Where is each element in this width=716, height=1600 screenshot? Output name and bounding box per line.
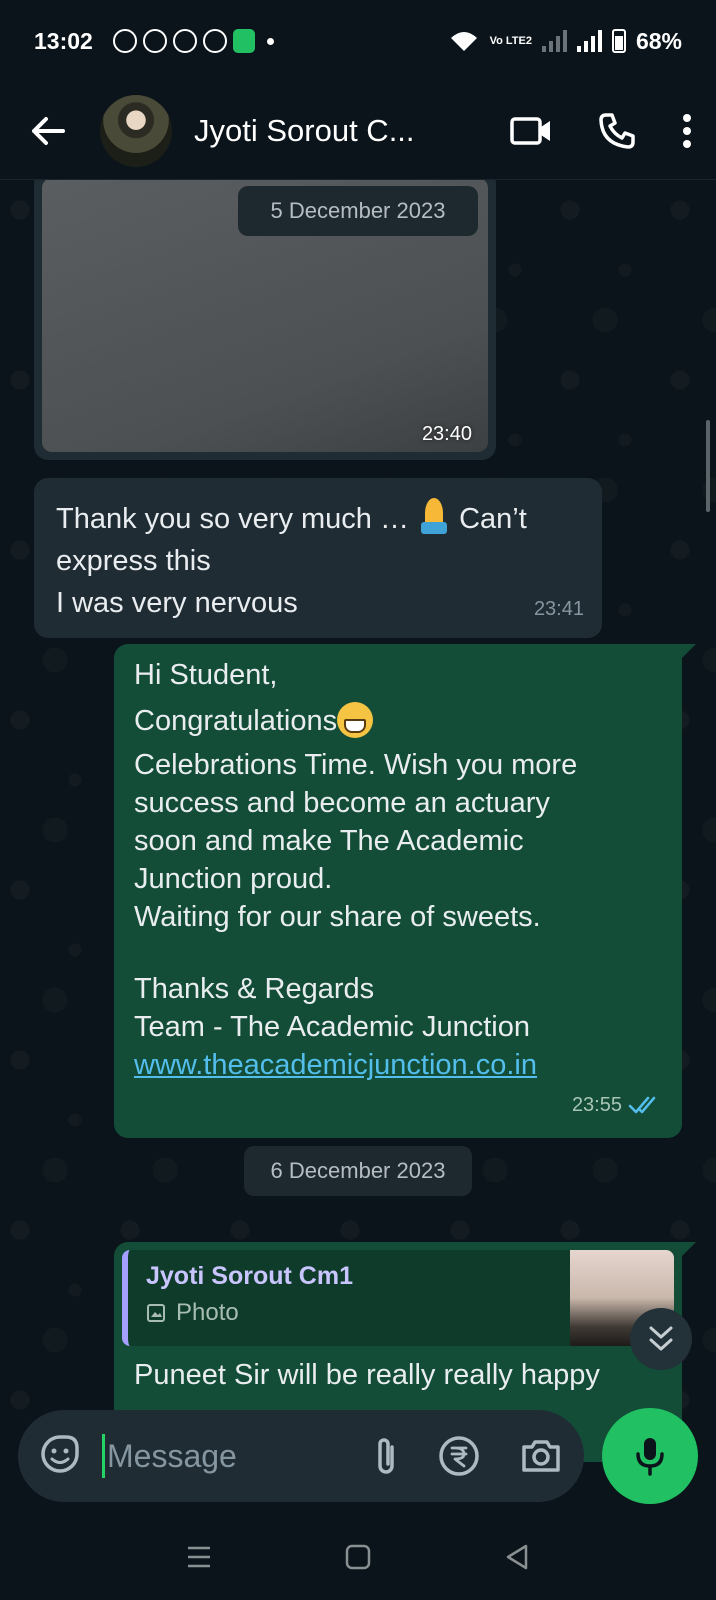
contact-avatar[interactable] [100, 94, 172, 167]
message-line: I was very nervous [56, 587, 298, 619]
website-link[interactable]: www.theacademicjunction.co.in [134, 1046, 662, 1084]
voice-record-button[interactable] [602, 1408, 698, 1504]
message-line: Waiting for our share of sweets. [134, 901, 541, 933]
message-line: Thank you so very much … Can’t [56, 496, 582, 540]
quoted-message[interactable]: Jyoti Sorout Cm1 Photo [122, 1250, 674, 1346]
more-notifications-icon [266, 37, 274, 45]
folded-hands-emoji-icon [417, 496, 451, 536]
chat-area[interactable]: 23:40 5 December 2023 Thank you so very … [0, 180, 716, 1480]
system-navigation-bar [0, 1514, 716, 1600]
contact-name[interactable]: Jyoti Sorout C... [194, 113, 415, 149]
chrome-icon [202, 29, 227, 53]
chat-header: Jyoti Sorout C... [0, 82, 716, 180]
photo-icon [147, 1304, 165, 1322]
back-nav-button[interactable] [487, 1532, 547, 1582]
date-separator: 6 December 2023 [244, 1146, 472, 1196]
whatsapp-icon [172, 29, 197, 53]
photo-timestamp: 23:40 [421, 423, 472, 445]
message-text: Puneet Sir will be really really happy [134, 1359, 600, 1391]
message-text: Can’t [451, 503, 527, 535]
scroll-to-bottom-button[interactable] [630, 1308, 692, 1370]
more-options-icon [683, 113, 691, 148]
video-call-button[interactable] [510, 116, 552, 146]
message-text: Congratulations [134, 705, 338, 737]
attach-button[interactable] [374, 1435, 398, 1477]
video-call-icon [510, 116, 550, 145]
payment-button[interactable] [438, 1435, 480, 1477]
date-separator: 5 December 2023 [238, 186, 478, 236]
message-input[interactable] [107, 1437, 297, 1475]
message-line: express this [56, 545, 211, 577]
voice-call-button[interactable] [598, 112, 636, 150]
recents-button[interactable] [169, 1532, 229, 1582]
wifi-icon [450, 32, 477, 51]
incoming-message[interactable]: Thank you so very much … Can’t express t… [34, 478, 602, 638]
message-line: Hi Student, [134, 659, 278, 691]
home-square-icon [345, 1544, 371, 1570]
voice-call-icon [599, 112, 635, 149]
message-line: success and become an actuary [134, 787, 550, 819]
quoted-type-label: Photo [176, 1299, 239, 1326]
battery-icon [611, 29, 626, 53]
message-line: Junction proud. [134, 863, 333, 895]
back-arrow-icon [32, 116, 65, 145]
message-composer [18, 1410, 584, 1502]
signal-sim2-icon [576, 30, 602, 52]
back-button[interactable] [24, 107, 72, 155]
outgoing-message[interactable]: Hi Student, Congratulations Celebrations… [114, 644, 696, 1138]
message-line: Team - The Academic Junction [134, 1011, 530, 1043]
header-actions [510, 112, 692, 150]
composer-actions [374, 1435, 562, 1477]
sticker-button[interactable] [40, 1434, 80, 1479]
sticker-icon [41, 1434, 79, 1473]
home-button[interactable] [328, 1532, 388, 1582]
double-chevron-down-icon [649, 1326, 673, 1351]
message-line: soon and make The Academic [134, 825, 524, 857]
message-line: Celebrations Time. Wish you more [134, 749, 578, 781]
recents-menu-icon [188, 1546, 211, 1568]
text-cursor [102, 1434, 105, 1478]
clock: 13:02 [34, 27, 93, 54]
camera-icon [522, 1440, 560, 1472]
more-options-button[interactable] [682, 113, 692, 148]
battery-level: 68% [635, 27, 682, 54]
notification-icons [112, 29, 274, 53]
message-timestamp: 23:55 [571, 1094, 622, 1116]
whatsapp-icon [112, 29, 137, 53]
scrollbar[interactable] [706, 420, 710, 512]
message-text: Thank you so very much … [56, 503, 418, 535]
volte-label: Vo LTE2 [489, 34, 532, 47]
rupee-icon [439, 1436, 479, 1476]
message-line: Congratulations [134, 702, 662, 740]
camera-button[interactable] [520, 1438, 562, 1474]
grinning-emoji-icon [337, 702, 374, 738]
status-right: Vo LTE2 68% [448, 28, 682, 55]
message-line: Thanks & Regards [134, 973, 375, 1005]
read-receipt-icon [628, 1096, 656, 1114]
status-bar: 13:02 Vo LTE2 68% [0, 0, 716, 82]
app-icon [232, 29, 255, 53]
microphone-icon [636, 1438, 664, 1476]
paperclip-icon [378, 1438, 394, 1474]
signal-sim1-icon [541, 30, 567, 52]
status-left: 13:02 [34, 28, 274, 55]
whatsapp-icon [142, 29, 167, 53]
back-triangle-icon [506, 1544, 527, 1570]
message-timestamp: 23:41 [533, 598, 584, 620]
message-meta: 23:55 [134, 1086, 662, 1124]
